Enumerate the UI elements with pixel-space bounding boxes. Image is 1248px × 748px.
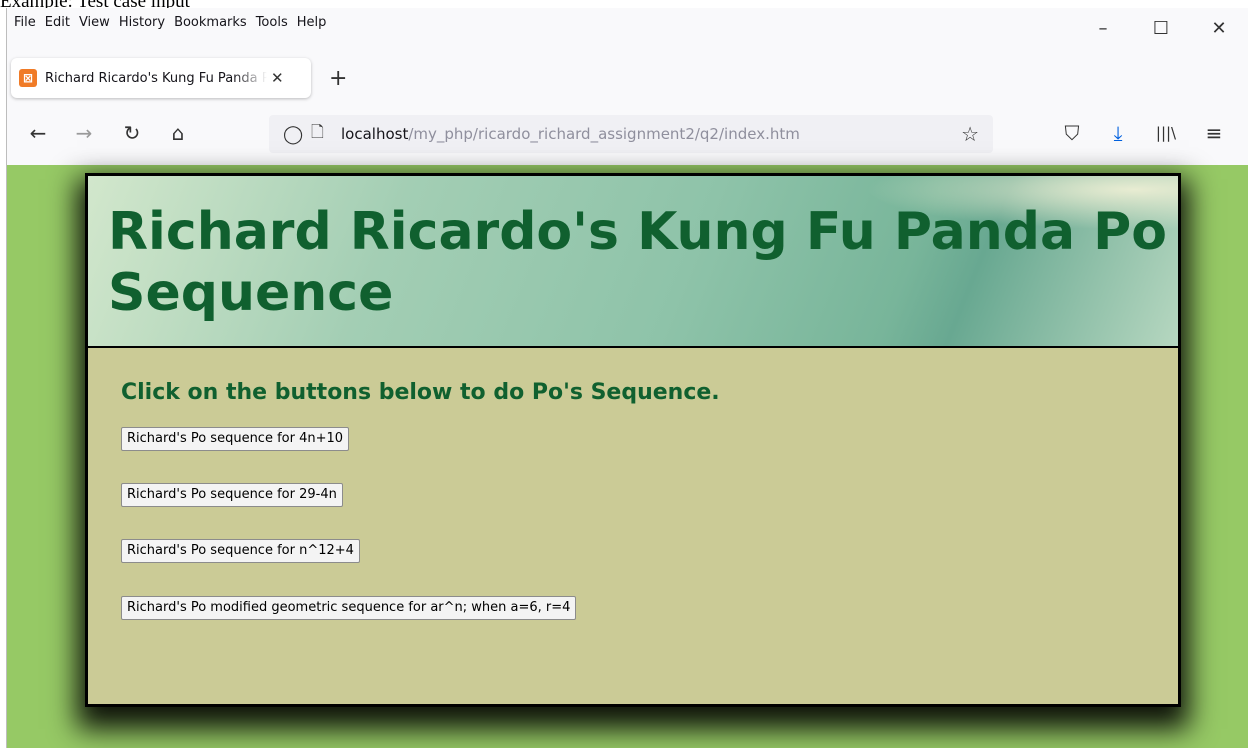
back-icon[interactable]: ← (23, 118, 53, 148)
page-header: Richard Ricardo's Kung Fu Panda Po Seque… (88, 176, 1178, 348)
minimize-icon: – (1098, 17, 1108, 39)
po-sequence-29-minus-4n-button[interactable]: Richard's Po sequence for 29-4n (121, 483, 343, 507)
tab-close-icon[interactable]: ✕ (271, 69, 284, 87)
main-content: Click on the buttons below to do Po's Se… (121, 380, 720, 405)
menu-help[interactable]: Help (297, 15, 327, 30)
page-title: Richard Ricardo's Kung Fu Panda Po Seque… (108, 202, 1167, 323)
new-tab-button[interactable]: + (329, 66, 347, 91)
forward-icon[interactable]: → (69, 118, 99, 148)
po-sequence-4n-plus-10-button[interactable]: Richard's Po sequence for 4n+10 (121, 427, 350, 451)
browser-window: File Edit View History Bookmarks Tools H… (6, 8, 1248, 748)
menu-edit[interactable]: Edit (45, 15, 70, 30)
tab-active[interactable]: ⊠ Richard Ricardo's Kung Fu Panda Po Seq… (11, 58, 311, 98)
menu-history[interactable]: History (119, 15, 165, 30)
pocket-icon[interactable]: ⛉ (1057, 118, 1087, 148)
hamburger-menu-icon[interactable]: ≡ (1199, 118, 1229, 148)
page-viewport: Richard Ricardo's Kung Fu Panda Po Seque… (7, 165, 1248, 748)
page-info-icon[interactable]: 🗋 (311, 121, 333, 148)
xampp-icon: ⊠ (19, 69, 37, 87)
window-controls: – ☐ ✕ (1074, 8, 1248, 48)
menu-file[interactable]: File (14, 15, 36, 30)
page-container: Richard Ricardo's Kung Fu Panda Po Seque… (85, 173, 1181, 707)
bookmark-star-icon[interactable]: ☆ (961, 122, 979, 146)
menu-bookmarks[interactable]: Bookmarks (174, 15, 247, 30)
url-bar[interactable]: ◯ 🗋 localhost/my_php/ricardo_richard_ass… (269, 115, 993, 153)
navigation-bar: ← → ↻ ⌂ ◯ 🗋 localhost/my_php/ricardo_ric… (7, 104, 1248, 164)
maximize-icon: ☐ (1152, 17, 1170, 39)
menu-bar: File Edit View History Bookmarks Tools H… (7, 8, 1248, 44)
maximize-button[interactable]: ☐ (1132, 8, 1190, 48)
minimize-button[interactable]: – (1074, 8, 1132, 48)
close-window-button[interactable]: ✕ (1190, 8, 1248, 48)
url-host: localhost (341, 125, 409, 143)
reload-icon[interactable]: ↻ (117, 118, 147, 148)
url-text[interactable]: localhost/my_php/ricardo_richard_assignm… (341, 125, 800, 143)
home-icon[interactable]: ⌂ (163, 118, 193, 148)
close-icon: ✕ (1211, 17, 1227, 39)
menu-view[interactable]: View (79, 15, 110, 30)
po-sequence-n-pow-12-plus-4-button[interactable]: Richard's Po sequence for n^12+4 (121, 539, 360, 563)
menu-tools[interactable]: Tools (256, 15, 288, 30)
downloads-icon[interactable]: ⤓ (1103, 118, 1133, 148)
tab-strip: ⊠ Richard Ricardo's Kung Fu Panda Po Seq… (7, 52, 1248, 104)
tracking-protection-shield-icon[interactable]: ◯ (283, 124, 305, 145)
library-icon[interactable]: |||\ (1151, 118, 1181, 148)
po-geometric-sequence-button[interactable]: Richard's Po modified geometric sequence… (121, 596, 577, 620)
instructions-heading: Click on the buttons below to do Po's Se… (121, 380, 720, 405)
url-path: /my_php/ricardo_richard_assignment2/q2/i… (408, 125, 800, 143)
tab-title: Richard Ricardo's Kung Fu Panda Po Seque… (45, 70, 267, 86)
